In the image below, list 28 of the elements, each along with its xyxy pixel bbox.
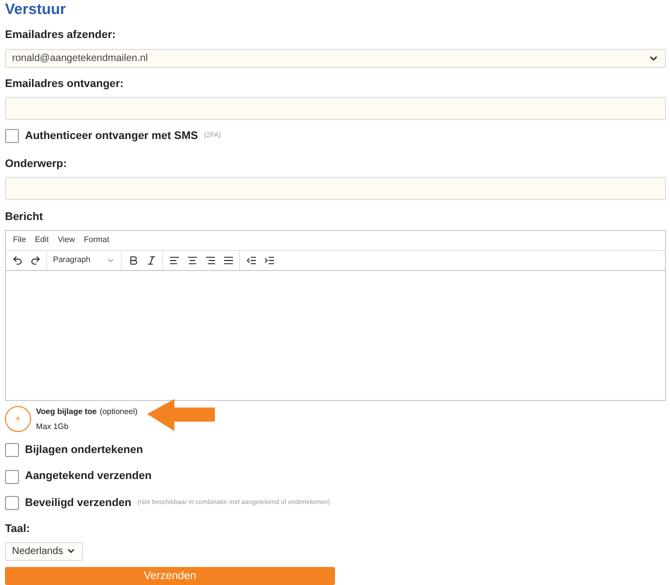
page-title: Verstuur (5, 1, 66, 19)
checkbox-label: Aangetekend verzenden (25, 469, 152, 484)
checkbox-label: Authenticeer ontvanger met SMS (25, 129, 198, 144)
checkbox[interactable] (5, 443, 19, 458)
attachment-label: Voeg bijlage toe (36, 406, 97, 418)
field-label: Taal: (5, 522, 30, 538)
subject-field[interactable] (5, 177, 666, 200)
menu-item[interactable]: Edit (34, 234, 49, 246)
checkbox[interactable] (5, 470, 19, 484)
menu-item[interactable]: Format (84, 234, 110, 246)
sender-select[interactable]: ronald@aangetekendmailen.nl (5, 48, 666, 68)
field-label: Bericht (5, 210, 43, 226)
arrow-icon (144, 399, 217, 432)
select-value: ronald@aangetekendmailen.nl (12, 52, 148, 66)
menu-item[interactable]: View (58, 234, 75, 246)
field-label: Emailadres afzender: (5, 28, 116, 43)
field-label: Onderwerp: (5, 156, 67, 172)
attachment-limit: Max 1Gb (36, 420, 68, 433)
checkbox[interactable] (5, 496, 19, 510)
attachment-note: (optioneel) (100, 406, 138, 418)
recipient-field[interactable] (5, 97, 666, 120)
language-select[interactable]: Nederlands (5, 542, 83, 562)
field-label: Emailadres ontvanger: (5, 76, 124, 92)
checkbox-label: Bijlagen ondertekenen (25, 442, 143, 458)
menu-item[interactable]: File (13, 234, 26, 246)
block-format-select[interactable]: Paragraph (49, 254, 119, 266)
checkbox[interactable] (5, 129, 19, 144)
checkbox-label: Beveiligd verzenden (25, 496, 132, 511)
